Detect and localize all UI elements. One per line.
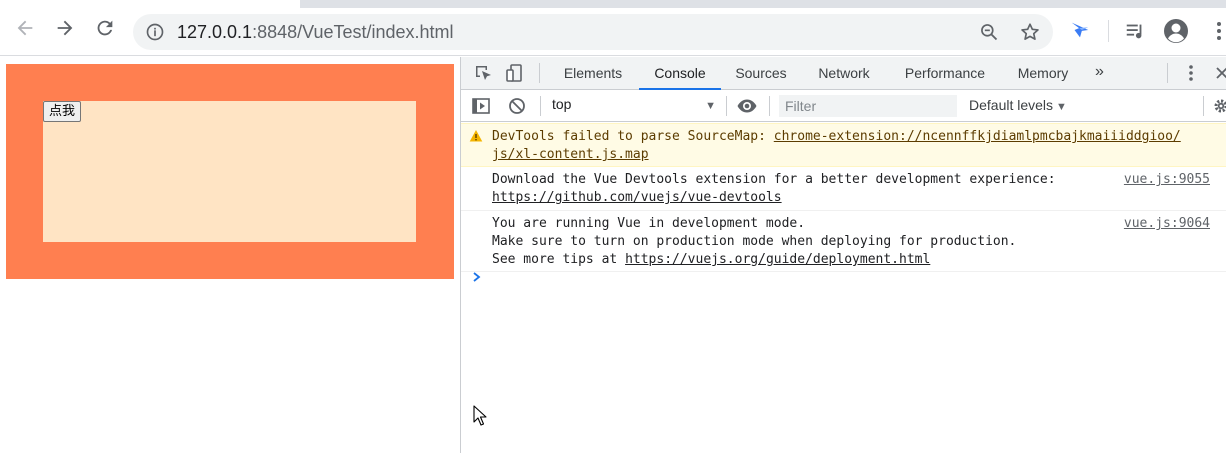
tab-sources[interactable]: Sources: [727, 57, 795, 90]
message-text: You are running Vue in development mode.: [492, 216, 806, 231]
chevron-down-icon: ▼: [1056, 101, 1067, 113]
console-output: DevTools failed to parse SourceMap: chro…: [461, 123, 1226, 453]
address-bar[interactable]: 127.0.0.1:8848/VueTest/index.html: [133, 14, 1053, 50]
inspect-element-icon[interactable]: [473, 63, 493, 83]
reload-icon[interactable]: [94, 17, 116, 39]
toolbar-divider: [1108, 20, 1109, 42]
source-link[interactable]: vue.js:9055: [1124, 171, 1210, 189]
extension-icon[interactable]: [1069, 19, 1091, 41]
tab-strip: [300, 0, 1226, 8]
tab-performance[interactable]: Performance: [895, 57, 995, 90]
filter-input[interactable]: [779, 95, 957, 117]
tab-console[interactable]: Console: [639, 57, 721, 90]
device-toolbar-icon[interactable]: [505, 63, 525, 83]
menu-icon[interactable]: [1212, 20, 1226, 42]
forward-arrow-icon[interactable]: [54, 17, 76, 39]
log-levels-label: Default levels: [969, 97, 1054, 113]
console-toolbar: top ▼ Default levels▼: [461, 90, 1226, 122]
outer-box: 点我: [6, 64, 454, 279]
source-link[interactable]: vue.js:9064: [1124, 215, 1210, 233]
message-link[interactable]: js/xl-content.js.map: [492, 147, 649, 162]
devtools-menu-icon[interactable]: [1185, 63, 1197, 83]
url-text[interactable]: 127.0.0.1:8848/VueTest/index.html: [177, 21, 454, 43]
inner-box: 点我: [43, 101, 416, 242]
tab-memory[interactable]: Memory: [1007, 57, 1079, 90]
back-arrow-icon[interactable]: [14, 17, 36, 39]
console-message: Download the Vue Devtools extension for …: [461, 168, 1226, 211]
gear-icon[interactable]: [1213, 98, 1226, 114]
zoom-out-icon[interactable]: [979, 22, 999, 42]
message-link[interactable]: https://github.com/vuejs/vue-devtools: [492, 190, 782, 205]
url-host: 127.0.0.1: [177, 22, 253, 42]
console-warning: DevTools failed to parse SourceMap: chro…: [461, 123, 1226, 167]
devtools-divider: [540, 96, 541, 116]
warning-icon: [469, 130, 483, 142]
tab-network[interactable]: Network: [807, 57, 881, 90]
devtools-divider: [769, 96, 770, 116]
context-value: top: [552, 96, 572, 112]
devtools-tab-bar: Elements Console Sources Network Perform…: [461, 57, 1226, 90]
eye-icon[interactable]: [736, 96, 758, 116]
console-prompt-icon[interactable]: [471, 270, 483, 284]
message-text: See more tips at: [492, 252, 626, 267]
tab-elements[interactable]: Elements: [553, 57, 633, 90]
log-levels-dropdown[interactable]: Default levels ▼: [969, 97, 1067, 113]
message-line: See more tips at https://vuejs.org/guide…: [492, 251, 930, 269]
mouse-cursor-icon: [473, 405, 487, 426]
url-path: :8848/VueTest/index.html: [252, 22, 454, 42]
chevron-down-icon: ▼: [705, 100, 716, 112]
clear-console-icon[interactable]: [507, 96, 527, 116]
page-viewport: 点我: [0, 57, 460, 453]
browser-toolbar: 127.0.0.1:8848/VueTest/index.html: [0, 0, 1226, 56]
devtools-divider: [1167, 63, 1168, 83]
profile-icon[interactable]: [1163, 18, 1189, 44]
devtools-panel: Elements Console Sources Network Perform…: [460, 57, 1226, 453]
message-text: DevTools failed to parse SourceMap:: [492, 129, 774, 144]
context-selector[interactable]: top ▼: [552, 96, 716, 116]
message-line: js/xl-content.js.map: [492, 146, 649, 164]
media-icon[interactable]: [1124, 20, 1146, 42]
devtools-divider: [539, 63, 540, 83]
message-link[interactable]: chrome-extension://ncennffkjdiamlpmcbajk…: [774, 129, 1181, 144]
message-line: https://github.com/vuejs/vue-devtools: [492, 189, 782, 207]
close-icon[interactable]: [1215, 64, 1226, 82]
devtools-divider: [726, 96, 727, 116]
click-me-button[interactable]: 点我: [43, 101, 82, 122]
devtools-divider: [1203, 96, 1204, 116]
console-message: You are running Vue in development mode.…: [461, 212, 1226, 272]
message-text: Make sure to turn on production mode whe…: [492, 234, 1017, 249]
message-line: DevTools failed to parse SourceMap: chro…: [492, 128, 1181, 146]
more-tabs-button[interactable]: »: [1095, 63, 1104, 81]
message-link[interactable]: https://vuejs.org/guide/deployment.html: [625, 252, 930, 267]
message-text: Download the Vue Devtools extension for …: [492, 172, 1056, 187]
sidebar-toggle-icon[interactable]: [471, 96, 491, 116]
star-icon[interactable]: [1019, 21, 1041, 43]
info-icon[interactable]: [145, 22, 165, 42]
